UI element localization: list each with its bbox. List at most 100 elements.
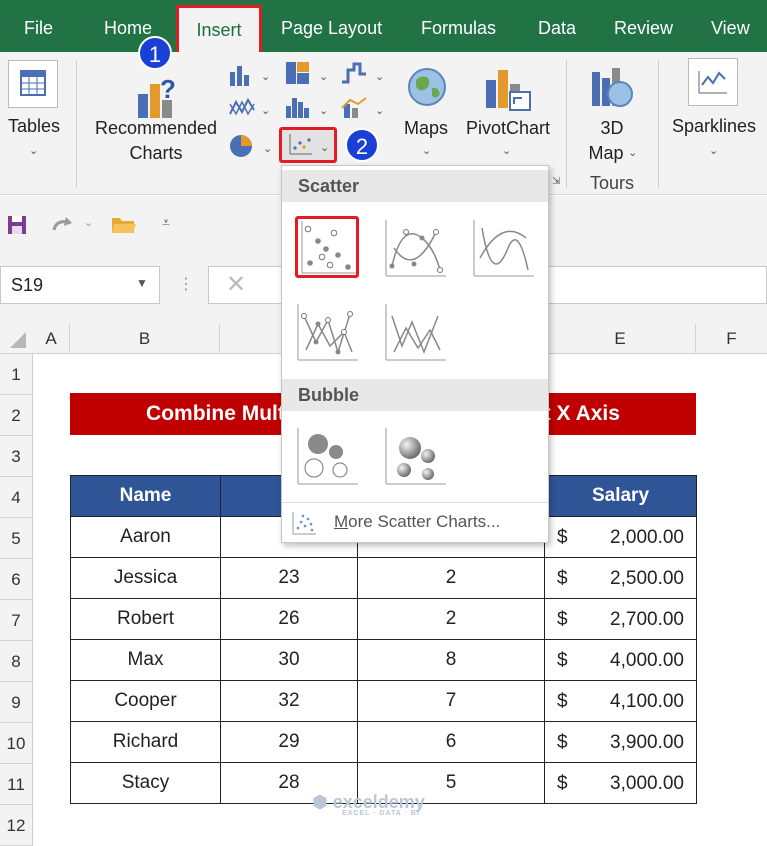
row-header[interactable]: 1 (0, 354, 33, 395)
3d-bubble-option[interactable] (384, 426, 446, 486)
recommended-charts-icon[interactable]: ? (132, 72, 184, 120)
select-all-icon[interactable] (6, 330, 28, 350)
cell-salary[interactable]: $4,100.00 (544, 680, 697, 722)
cell-name[interactable]: Stacy (70, 762, 221, 804)
tab-data[interactable]: Data (538, 0, 576, 52)
tables-button[interactable] (8, 60, 58, 108)
chevron-down-icon[interactable]: ⌄ (29, 144, 38, 157)
column-header-e[interactable]: E (545, 324, 696, 354)
more-charts-icon (292, 512, 316, 535)
globe-icon[interactable] (404, 64, 450, 110)
chevron-down-icon[interactable]: ⌄ (709, 144, 718, 157)
name-box-dropdown-icon[interactable]: ▼ (136, 276, 148, 290)
column-header-b[interactable]: B (70, 324, 220, 354)
cell-salary[interactable]: $3,000.00 (544, 762, 697, 804)
salary-value: 2,500.00 (610, 568, 684, 589)
row-header[interactable]: 2 (0, 395, 33, 436)
svg-text:⌄: ⌄ (261, 71, 270, 83)
statistic-chart-icon[interactable]: ⌄ (284, 94, 332, 122)
more-scatter-charts-link[interactable]: More Scatter Charts... (334, 512, 500, 532)
cell-salary[interactable]: $2,000.00 (544, 516, 697, 558)
cell-experience[interactable]: 2 (357, 598, 545, 640)
step-1-marker: 1 (138, 36, 172, 70)
row-header[interactable]: 6 (0, 559, 33, 600)
maps-label: Maps (403, 118, 448, 138)
cell-name[interactable]: Richard (70, 721, 221, 763)
svg-text:⌄: ⌄ (263, 143, 272, 155)
row-header[interactable]: 9 (0, 682, 33, 723)
cell-name[interactable]: Aaron (70, 516, 221, 558)
tab-review[interactable]: Review (614, 0, 673, 52)
cancel-formula-icon[interactable]: ✕ (226, 270, 246, 299)
scatter-smooth-lines-option[interactable] (472, 218, 534, 278)
chevron-down-icon[interactable]: ⌄ (84, 216, 93, 229)
scatter-straight-lines-option[interactable] (384, 302, 446, 362)
column-header-f[interactable]: F (696, 324, 767, 354)
currency-symbol: $ (557, 568, 568, 589)
cell-salary[interactable]: $2,700.00 (544, 598, 697, 640)
bubble-option[interactable] (296, 426, 358, 486)
cell-salary[interactable]: $3,900.00 (544, 721, 697, 763)
header-name[interactable]: Name (70, 475, 221, 517)
sparkline-icon (698, 71, 727, 94)
row-header[interactable]: 11 (0, 764, 33, 805)
row-header[interactable]: 10 (0, 723, 33, 764)
svg-text:⌄: ⌄ (319, 105, 328, 117)
cell-age[interactable]: 32 (220, 680, 358, 722)
sparklines-button[interactable] (688, 58, 738, 106)
pie-chart-icon[interactable]: ⌄ (228, 132, 276, 162)
scatter-option[interactable] (295, 216, 359, 278)
cell-salary[interactable]: $4,000.00 (544, 639, 697, 681)
tab-file[interactable]: File (24, 0, 53, 52)
cell-experience[interactable]: 7 (357, 680, 545, 722)
3d-map-icon[interactable] (588, 64, 636, 112)
tab-page-layout[interactable]: Page Layout (281, 0, 382, 52)
cell-name[interactable]: Jessica (70, 557, 221, 599)
row-header[interactable]: 7 (0, 600, 33, 641)
waterfall-chart-icon[interactable]: ⌄ (340, 60, 388, 88)
3d-map-label-1: 3D (600, 118, 624, 138)
cell-age[interactable]: 26 (220, 598, 358, 640)
row-header[interactable]: 8 (0, 641, 33, 682)
row-header[interactable]: 3 (0, 436, 33, 477)
cell-experience[interactable]: 2 (357, 557, 545, 599)
pivotchart-icon[interactable] (482, 64, 534, 112)
menu-bar: File Home Page Layout Formulas Data Revi… (0, 0, 767, 52)
row-header[interactable]: 4 (0, 477, 33, 518)
chevron-down-icon[interactable]: ⌄ (422, 144, 431, 157)
cell-experience[interactable]: 6 (357, 721, 545, 763)
cell-name[interactable]: Robert (70, 598, 221, 640)
scatter-smooth-lines-markers-option[interactable] (384, 218, 446, 278)
line-chart-icon[interactable]: ⌄ (228, 94, 276, 122)
cell-salary[interactable]: $2,500.00 (544, 557, 697, 599)
cell-experience[interactable]: 8 (357, 639, 545, 681)
combo-chart-icon[interactable]: ⌄ (340, 94, 388, 122)
tab-insert[interactable]: Insert (176, 5, 262, 55)
row-header[interactable]: 12 (0, 805, 33, 846)
header-salary[interactable]: Salary (544, 475, 697, 517)
dialog-launcher-icon[interactable]: ⇲ (552, 176, 560, 187)
scatter-straight-lines-markers-option[interactable] (296, 302, 358, 362)
tab-formulas[interactable]: Formulas (421, 0, 496, 52)
cell-name[interactable]: Max (70, 639, 221, 681)
open-folder-icon[interactable] (110, 214, 138, 236)
currency-symbol: $ (557, 691, 568, 712)
row-header[interactable]: 5 (0, 518, 33, 559)
cell-age[interactable]: 23 (220, 557, 358, 599)
chevron-down-icon[interactable]: ⌄ (502, 144, 511, 157)
salary-value: 3,900.00 (610, 732, 684, 753)
cell-name[interactable]: Cooper (70, 680, 221, 722)
column-chart-icon[interactable]: ⌄ (228, 62, 276, 88)
column-header-a[interactable]: A (33, 324, 70, 354)
cell-age[interactable]: 29 (220, 721, 358, 763)
hierarchy-chart-icon[interactable]: ⌄ (284, 60, 332, 88)
chevron-down-icon[interactable]: ⌄ (628, 146, 637, 159)
customize-qat-icon[interactable]: ⩡ (162, 214, 170, 231)
more-options-icon: ⋮ (178, 276, 194, 293)
redo-icon[interactable] (50, 214, 76, 236)
scatter-chart-button[interactable]: ⌄ (279, 127, 337, 163)
tab-view[interactable]: View (711, 0, 750, 52)
table-icon (20, 70, 46, 96)
cell-age[interactable]: 30 (220, 639, 358, 681)
save-icon[interactable] (6, 214, 28, 236)
